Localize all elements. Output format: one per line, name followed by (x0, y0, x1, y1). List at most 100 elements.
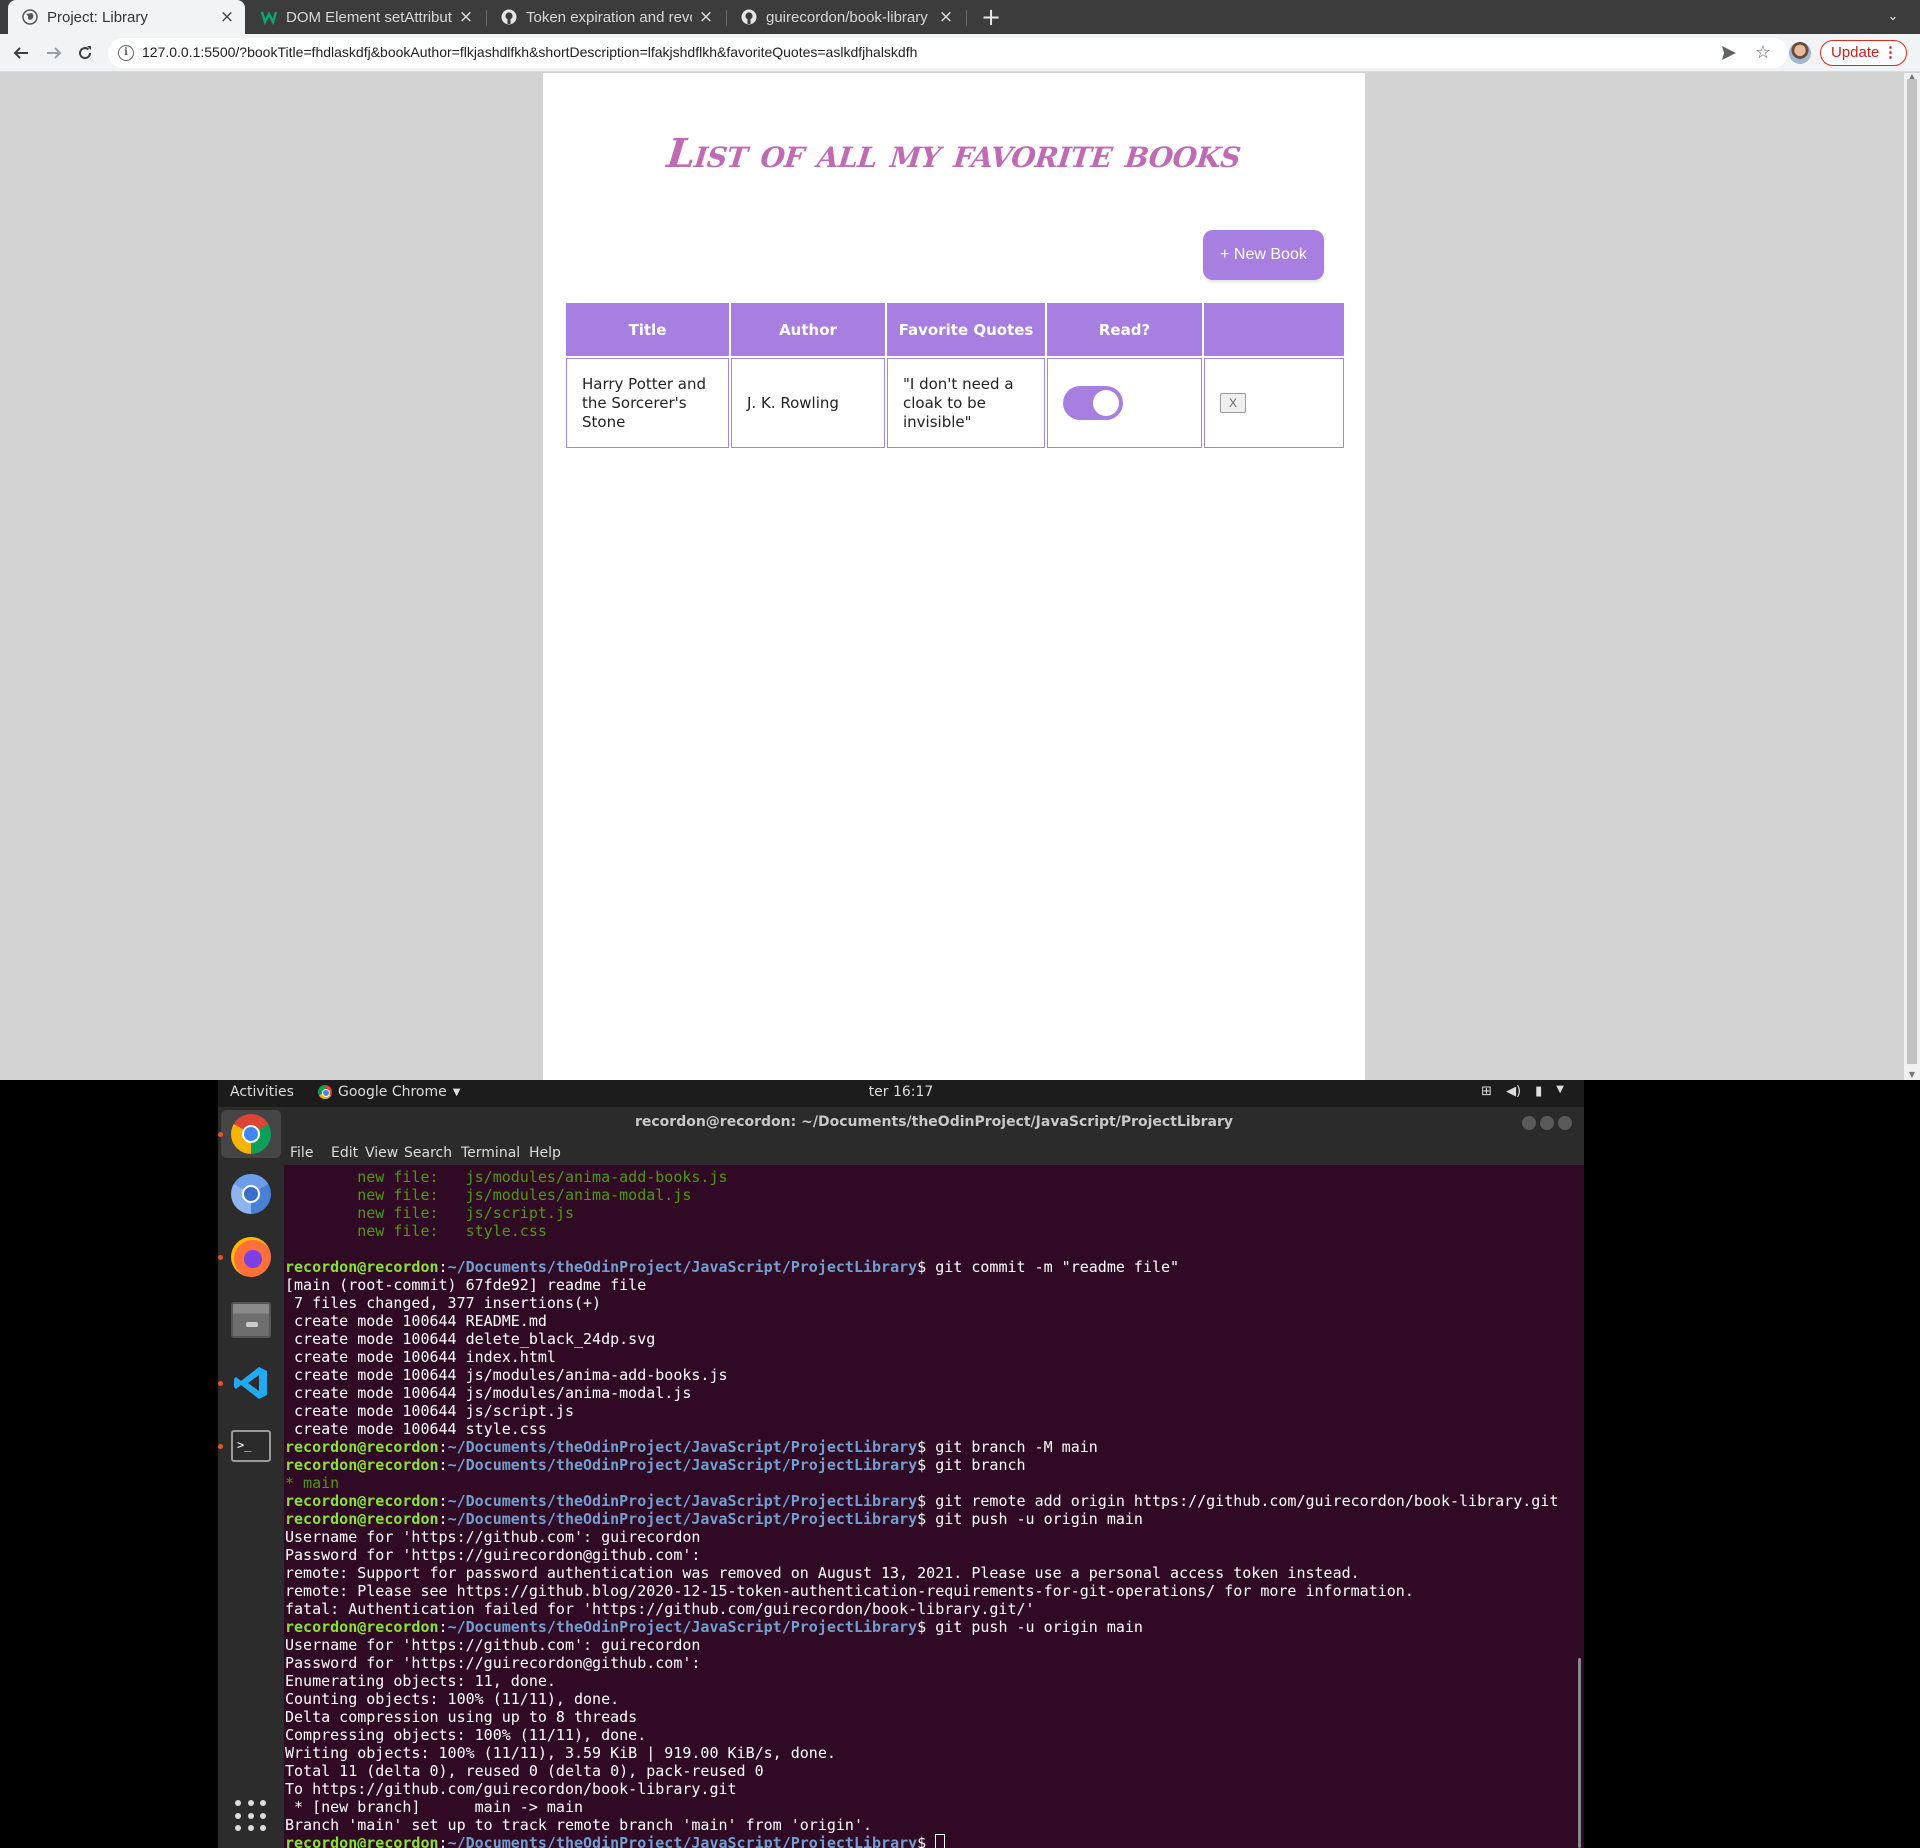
system-tray[interactable]: ⊞ ◀) ▮ ▼ (1481, 1084, 1564, 1099)
terminal-line: Password for 'https://guirecordon@github… (285, 1546, 1569, 1564)
terminal-line: [main (root-commit) 67fde92] readme file (285, 1276, 1569, 1294)
close-tab-icon[interactable]: × (458, 9, 474, 26)
read-toggle[interactable] (1063, 386, 1123, 420)
prompt-separator: : (438, 1834, 448, 1848)
terminal-line: Delta compression using up to 8 threads (285, 1708, 1569, 1726)
output-text: 7 files changed, 377 insertions(+) (285, 1294, 602, 1312)
running-indicator (218, 1444, 223, 1449)
dock-terminal[interactable]: >_ (218, 1422, 275, 1470)
bookmark-star-icon[interactable]: ☆ (1753, 43, 1773, 63)
tab-github-book-library[interactable]: guirecordon/book-library × (727, 0, 964, 34)
output-text: create mode 100644 README.md (285, 1312, 547, 1330)
output-text: create mode 100644 js/modules/anima-add-… (285, 1366, 728, 1384)
output-text: create mode 100644 js/script.js (285, 1402, 574, 1420)
terminal-line: recordon@recordon:~/Documents/theOdinPro… (285, 1834, 1569, 1848)
terminal-title: recordon@recordon: ~/Documents/theOdinPr… (634, 1114, 1234, 1130)
terminal-output[interactable]: new file: js/modules/anima-add-books.js … (285, 1165, 1569, 1848)
library-page: List of all my favorite books + New Book… (543, 73, 1365, 1080)
output-text: * main (285, 1474, 340, 1492)
dock-chromium[interactable] (227, 1170, 275, 1218)
show-applications-grid-icon[interactable] (235, 1800, 267, 1832)
update-button[interactable]: Update ⋮ (1820, 40, 1907, 66)
battery-icon: ▮ (1535, 1084, 1543, 1099)
forward-arrow-icon[interactable] (40, 39, 68, 67)
output-text: Delta compression using up to 8 threads (285, 1708, 638, 1726)
terminal-line: recordon@recordon:~/Documents/theOdinPro… (285, 1438, 1569, 1456)
output-text: * [new branch] main -> main (285, 1798, 584, 1816)
scrollbar-thumb[interactable] (1907, 79, 1917, 1064)
new-book-button[interactable]: + New Book (1203, 230, 1324, 280)
reload-icon[interactable] (71, 39, 99, 67)
tab-token-expiration[interactable]: Token expiration and revo × (487, 0, 724, 34)
close-tab-icon[interactable]: × (698, 9, 714, 26)
header-actions (1204, 303, 1344, 356)
vscode-icon (233, 1365, 269, 1401)
tab-project-library[interactable]: Project: Library × (8, 0, 245, 34)
dock-google-chrome[interactable] (218, 1110, 281, 1158)
page-scrollbar[interactable]: ▲ ▼ (1904, 73, 1920, 1080)
url-text[interactable]: 127.0.0.1:5500/?bookTitle=fhdlaskdfj&boo… (142, 44, 917, 60)
site-info-icon[interactable]: i (118, 45, 134, 61)
menu-help[interactable]: Help (529, 1145, 561, 1161)
terminal-line: remote: Support for password authenticat… (285, 1564, 1569, 1582)
header-read: Read? (1047, 303, 1202, 356)
dock-firefox[interactable] (218, 1233, 275, 1281)
chevron-down-icon: ▼ (1556, 1084, 1564, 1095)
terminal-line: recordon@recordon:~/Documents/theOdinPro… (285, 1618, 1569, 1636)
tab-search-chevron-icon[interactable]: ⌄ (1882, 6, 1904, 28)
output-text: remote: Support for password authenticat… (285, 1564, 1360, 1582)
back-arrow-icon[interactable] (7, 39, 35, 67)
terminal-line: 7 files changed, 377 insertions(+) (285, 1294, 1569, 1312)
omnibox: i 127.0.0.1:5500/?bookTitle=fhdlaskdfj&b… (108, 38, 1913, 68)
dock-files[interactable] (227, 1296, 275, 1344)
terminal-line: * main (285, 1474, 1569, 1492)
scroll-down-icon[interactable]: ▼ (1907, 1071, 1917, 1079)
tab-dom-setattribute[interactable]: DOM Element setAttribute × (247, 0, 484, 34)
more-menu-icon: ⋮ (1883, 44, 1898, 61)
output-text: Compressing objects: 100% (11/11), done. (285, 1726, 647, 1744)
terminal-line: Enumerating objects: 11, done. (285, 1672, 1569, 1690)
profile-avatar[interactable] (1789, 42, 1811, 64)
dock-vscode[interactable] (218, 1359, 275, 1407)
output-text: new file: js/modules/anima-add-books.js (285, 1168, 728, 1186)
minimize-icon[interactable] (1522, 1116, 1536, 1130)
terminal-line: fatal: Authentication failed for 'https:… (285, 1600, 1569, 1618)
cell-read (1047, 358, 1202, 448)
menu-view[interactable]: View (365, 1145, 398, 1161)
menu-edit[interactable]: Edit (331, 1145, 358, 1161)
output-text: Counting objects: 100% (11/11), done. (285, 1690, 620, 1708)
header-favorite-quotes: Favorite Quotes (887, 303, 1045, 356)
update-label: Update (1831, 44, 1880, 61)
terminal-line: create mode 100644 README.md (285, 1312, 1569, 1330)
output-text: create mode 100644 index.html (285, 1348, 556, 1366)
terminal-line: recordon@recordon:~/Documents/theOdinPro… (285, 1510, 1569, 1528)
terminal-scrollbar[interactable] (1578, 1658, 1581, 1848)
dock: >_ (218, 1107, 284, 1848)
close-tab-icon[interactable]: × (938, 9, 954, 26)
volume-icon: ◀) (1506, 1084, 1522, 1099)
maximize-icon[interactable] (1540, 1116, 1554, 1130)
terminal-line: Writing objects: 100% (11/11), 3.59 KiB … (285, 1744, 1569, 1762)
menu-terminal[interactable]: Terminal (461, 1145, 520, 1161)
address-bar[interactable]: i 127.0.0.1:5500/?bookTitle=fhdlaskdfj&b… (108, 38, 1788, 68)
command-text: $ git commit -m "readme file" (917, 1258, 1180, 1276)
send-tab-icon[interactable] (1720, 44, 1738, 62)
new-tab-button[interactable]: + (977, 3, 1005, 31)
terminal-line: Password for 'https://guirecordon@github… (285, 1654, 1569, 1672)
menu-search[interactable]: Search (404, 1145, 452, 1161)
menu-file[interactable]: File (290, 1145, 313, 1161)
google-chrome-icon (231, 1114, 271, 1154)
output-text: Username for 'https://github.com': guire… (285, 1636, 701, 1654)
prompt-user: recordon@recordon (285, 1258, 439, 1276)
close-tab-icon[interactable]: × (219, 9, 235, 26)
tab-separator (966, 10, 967, 26)
close-window-icon[interactable] (1558, 1116, 1572, 1130)
desktop: Activities Google Chrome ▼ ter 16:17 ⊞ ◀… (0, 1080, 1920, 1848)
w3schools-icon (261, 9, 277, 25)
clock[interactable]: ter 16:17 (218, 1084, 1584, 1100)
tab-title: DOM Element setAttribute (286, 8, 452, 26)
command-text: $ git branch -M main (917, 1438, 1098, 1456)
command-text: $ git push -u origin main (917, 1618, 1143, 1636)
terminal-line: Username for 'https://github.com': guire… (285, 1528, 1569, 1546)
delete-book-button[interactable]: X (1220, 393, 1246, 413)
